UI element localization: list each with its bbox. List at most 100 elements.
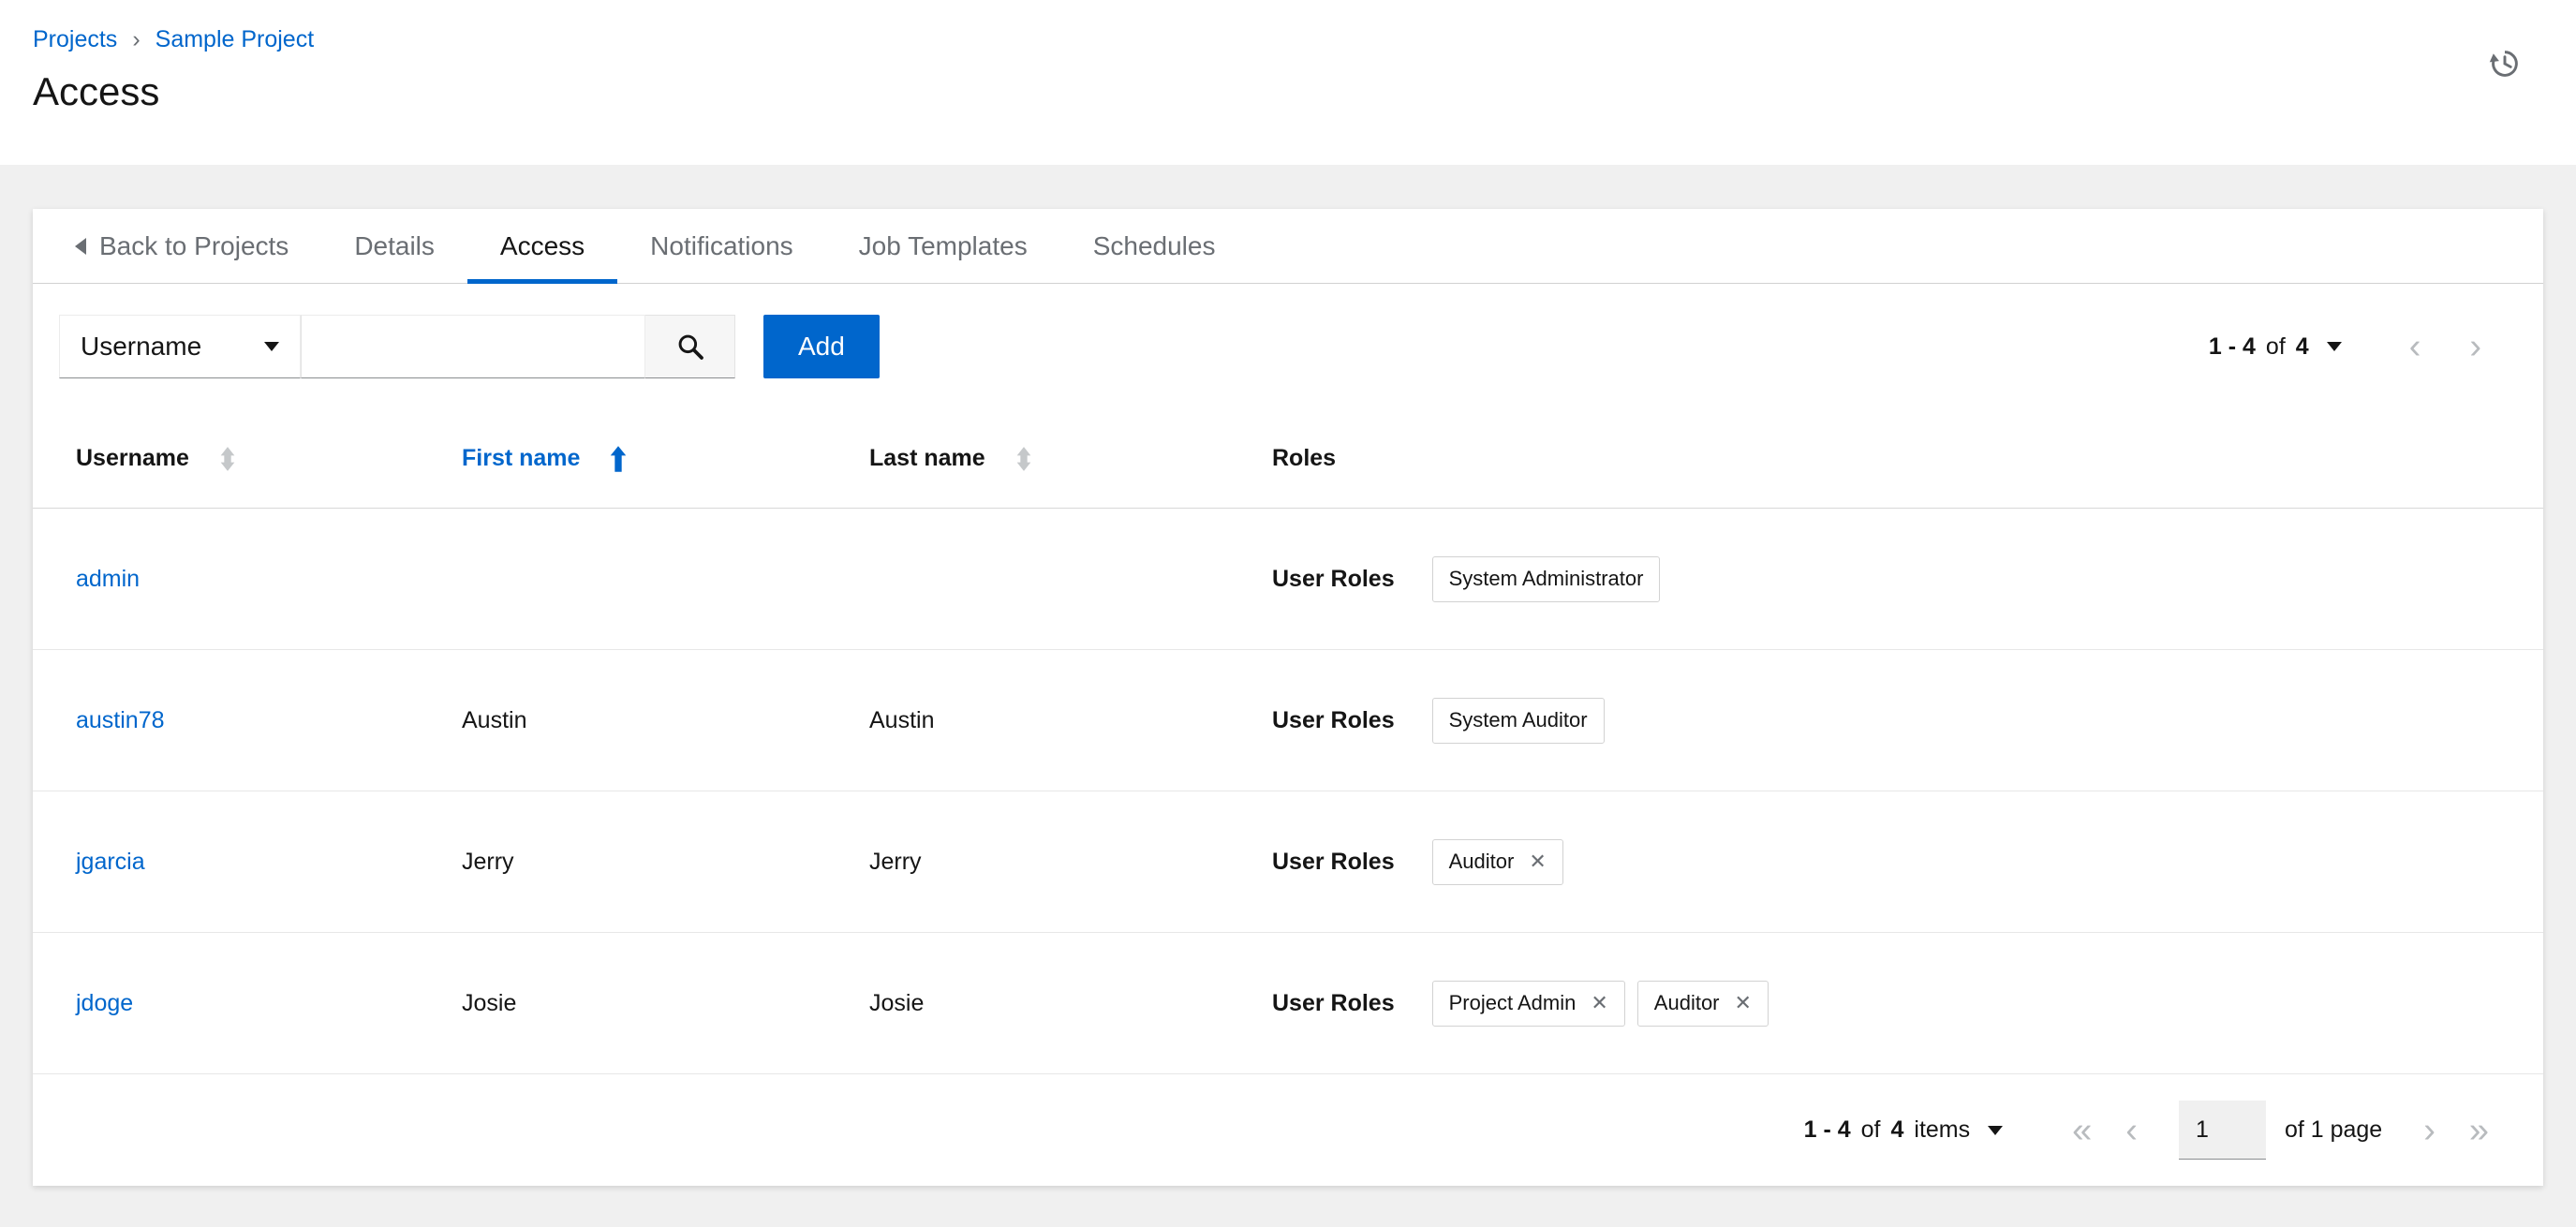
- caret-down-icon: [1988, 1125, 2004, 1135]
- pagination-footer: 1 - 4 of 4 items « ‹ of 1 page › »: [33, 1074, 2543, 1186]
- pagination-items-label: items: [1914, 1116, 1971, 1143]
- tab-notifications[interactable]: Notifications: [617, 209, 826, 283]
- search-icon: [678, 334, 703, 360]
- roles-cell: User Roles System Administrator: [1272, 555, 2543, 602]
- first-page-button[interactable]: «: [2055, 1113, 2109, 1148]
- last-page-button[interactable]: »: [2452, 1113, 2506, 1148]
- pagination-range: 1 - 4: [1803, 1116, 1851, 1143]
- page-header: Projects › Sample Project Access: [0, 0, 2576, 165]
- pagination-nav: ‹ ›: [2385, 329, 2506, 364]
- table-row: austin78 Austin Austin User Roles System…: [33, 650, 2543, 791]
- roles-cell: User Roles Auditor ✕: [1272, 838, 2543, 885]
- role-chip: Auditor ✕: [1431, 838, 1563, 885]
- username-link[interactable]: jgarcia: [76, 849, 145, 875]
- username-link[interactable]: jdoge: [76, 990, 133, 1016]
- remove-role-icon[interactable]: ✕: [1735, 993, 1752, 1013]
- role-chip: Project Admin ✕: [1431, 980, 1625, 1027]
- pagination-range: 1 - 4: [2208, 333, 2256, 360]
- role-chip-label: System Auditor: [1448, 708, 1588, 732]
- next-page-button[interactable]: ›: [2445, 329, 2506, 364]
- page: { "header": { "breadcrumb": { "projects"…: [0, 0, 2576, 1227]
- filter-type-dropdown[interactable]: Username: [59, 315, 301, 378]
- pagination-nav: « ‹ of 1 page › »: [2055, 1101, 2506, 1160]
- column-label: Last name: [869, 445, 985, 471]
- pagination-summary-dropdown[interactable]: 1 - 4 of 4: [2209, 333, 2342, 361]
- tab-back-label: Back to Projects: [99, 230, 289, 260]
- role-chip: System Auditor: [1431, 697, 1605, 744]
- pagination-total: 4: [1890, 1116, 1904, 1143]
- previous-page-button[interactable]: ‹: [2385, 329, 2446, 364]
- search-submit-button[interactable]: [645, 315, 735, 378]
- next-page-button[interactable]: ›: [2406, 1113, 2452, 1148]
- column-header-roles: Roles: [1272, 445, 2543, 472]
- tab-details[interactable]: Details: [321, 209, 467, 283]
- table-row: admin User Roles System Administrator: [33, 509, 2543, 650]
- column-header-username[interactable]: Username: [76, 445, 462, 473]
- user-roles-label: User Roles: [1272, 565, 1395, 592]
- last-name-cell: Austin: [869, 706, 935, 733]
- history-icon: [2489, 51, 2518, 77]
- table-row: jgarcia Jerry Jerry User Roles Auditor ✕: [33, 791, 2543, 933]
- page-title: Access: [33, 69, 160, 113]
- remove-role-icon[interactable]: ✕: [1591, 993, 1607, 1013]
- roles-cell: User Roles Project Admin ✕ Auditor ✕: [1272, 980, 2543, 1027]
- tab-schedules[interactable]: Schedules: [1060, 209, 1249, 283]
- previous-page-button[interactable]: ‹: [2109, 1113, 2154, 1148]
- user-roles-label: User Roles: [1272, 848, 1395, 875]
- sort-icon: [1016, 446, 1031, 471]
- pagination-of-label: of: [2265, 333, 2286, 360]
- username-link[interactable]: admin: [76, 566, 140, 592]
- username-cell: admin: [76, 566, 462, 593]
- role-chip-label: Auditor: [1448, 850, 1515, 873]
- page-count-label: of 1 page: [2284, 1116, 2383, 1143]
- caret-left-icon: [75, 237, 86, 255]
- table-header-row: Username First name Last name Roles: [33, 409, 2543, 509]
- toolbar: Username Add 1 - 4 of 4 ‹ ›: [33, 284, 2543, 409]
- pagination-of-label: of: [1860, 1116, 1881, 1143]
- filter-type-value: Username: [81, 332, 202, 361]
- remove-role-icon[interactable]: ✕: [1529, 851, 1546, 872]
- column-label: First name: [462, 445, 581, 471]
- tab-access[interactable]: Access: [466, 209, 618, 284]
- first-name-cell: Austin: [462, 706, 527, 733]
- user-roles-label: User Roles: [1272, 706, 1395, 733]
- caret-down-icon: [264, 342, 279, 351]
- last-name-cell: Josie: [869, 989, 925, 1016]
- first-name-cell: Josie: [462, 989, 517, 1016]
- role-chip-group: System Administrator: [1431, 555, 1661, 602]
- items-summary-dropdown[interactable]: 1 - 4 of 4 items: [1804, 1116, 2004, 1144]
- tab-job-templates[interactable]: Job Templates: [826, 209, 1060, 283]
- last-name-cell: Jerry: [869, 848, 922, 875]
- column-label: Roles: [1272, 445, 1337, 471]
- caret-down-icon: [2326, 342, 2342, 351]
- add-button[interactable]: Add: [763, 315, 880, 378]
- tab-bar: Back to Projects Details Access Notifica…: [33, 209, 2543, 284]
- username-cell: austin78: [76, 707, 462, 734]
- role-chip: Auditor ✕: [1636, 980, 1769, 1027]
- username-link[interactable]: austin78: [76, 707, 165, 733]
- toolbar-pagination: 1 - 4 of 4 ‹ ›: [2209, 329, 2506, 364]
- breadcrumb-link-projects[interactable]: Projects: [33, 26, 117, 53]
- role-chip-label: Project Admin: [1448, 991, 1577, 1014]
- column-header-first-name[interactable]: First name: [462, 445, 869, 473]
- activity-stream-button[interactable]: [2488, 47, 2522, 83]
- column-header-last-name[interactable]: Last name: [869, 445, 1272, 473]
- role-chip-label: Auditor: [1653, 991, 1720, 1014]
- search-input[interactable]: [301, 315, 645, 378]
- role-chip-group: Project Admin ✕ Auditor ✕: [1431, 980, 1769, 1027]
- role-chip: System Administrator: [1431, 555, 1661, 602]
- pagination-total: 4: [2295, 333, 2309, 360]
- sort-ascending-icon: [611, 445, 627, 472]
- current-page-input[interactable]: [2178, 1101, 2266, 1160]
- breadcrumb: Projects › Sample Project: [33, 24, 2576, 54]
- breadcrumb-link-sample-project[interactable]: Sample Project: [155, 26, 315, 53]
- username-cell: jdoge: [76, 990, 462, 1017]
- breadcrumb-separator-icon: ›: [132, 25, 141, 52]
- tab-back-to-projects[interactable]: Back to Projects: [42, 209, 321, 283]
- search-filter-group: Username: [59, 315, 735, 378]
- sort-icon: [220, 446, 235, 471]
- username-cell: jgarcia: [76, 849, 462, 876]
- roles-cell: User Roles System Auditor: [1272, 697, 2543, 744]
- user-roles-label: User Roles: [1272, 989, 1395, 1016]
- content-card: Back to Projects Details Access Notifica…: [33, 209, 2543, 1186]
